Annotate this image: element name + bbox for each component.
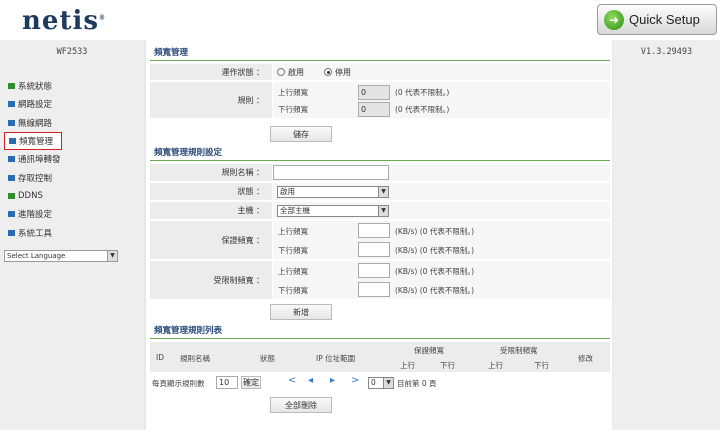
sidebar-item-port-forwarding[interactable]: 通訊埠轉發 — [4, 150, 142, 168]
ddns-square-icon — [8, 192, 15, 199]
sidebar-item-bandwidth[interactable]: 頻寬管理 — [4, 131, 62, 151]
prev-page-icon[interactable]: ◂ — [308, 375, 313, 386]
sidebar-item-advanced[interactable]: 進階設定 — [4, 205, 142, 223]
quick-setup-button[interactable]: ➜ Quick Setup — [597, 4, 717, 35]
header: netis® ➜ Quick Setup — [0, 0, 720, 40]
rule-label: 規則 ： — [150, 82, 272, 118]
rule-name-input[interactable] — [273, 165, 389, 180]
language-select[interactable]: Select Language ▼ — [4, 250, 118, 262]
section-title-rule-settings: 頻寬管理規則設定 — [150, 146, 610, 161]
sidebar-item-system-tools[interactable]: 系統工具 — [4, 223, 142, 241]
host-row: 主機 ： 全部主機 ▼ — [150, 202, 610, 220]
enable-radio[interactable] — [277, 68, 285, 76]
download-hint: (0 代表不限制。) — [395, 105, 450, 114]
network-square-icon — [8, 101, 15, 108]
rule-status-row: 狀態 ： 啟用 ▼ — [150, 183, 610, 201]
main-content: 頻寬管理 運作狀態 ： 啟用 停用 規則 ： 上行頻寬 下行頻寬 0 0 (0 … — [146, 40, 612, 430]
rule-row: 規則 ： 上行頻寬 下行頻寬 0 0 (0 代表不限制。) (0 代表不限制。) — [150, 82, 610, 119]
guaranteed-row: 保證頻寬 ： 上行頻寬 下行頻寬 (KB/s) (0 代表不限制。) (KB/s… — [150, 221, 610, 260]
limit-download-input[interactable] — [358, 282, 390, 297]
status-row: 運作狀態 ： 啟用 停用 — [150, 64, 610, 81]
quick-setup-label: Quick Setup — [629, 12, 700, 27]
sidebar-item-ddns[interactable]: DDNS — [4, 187, 142, 205]
chevron-down-icon: ▼ — [378, 186, 389, 198]
section-title-bandwidth: 頻寬管理 — [150, 46, 610, 61]
upload-label: 上行頻寬 — [278, 88, 308, 97]
upload-hint: (0 代表不限制。) — [395, 88, 450, 97]
confirm-button[interactable]: 確定 — [241, 376, 261, 389]
guaranteed-upload-input[interactable] — [358, 223, 390, 238]
chevron-down-icon: ▼ — [107, 250, 118, 262]
page-select[interactable]: 0 ▼ — [368, 377, 394, 389]
chevron-down-icon: ▼ — [383, 377, 394, 389]
upload-input[interactable]: 0 — [358, 85, 390, 100]
access-square-icon — [8, 174, 15, 181]
tools-square-icon — [8, 229, 15, 236]
sidebar-item-network[interactable]: 網路設定 — [4, 95, 142, 113]
limit-upload-input[interactable] — [358, 263, 390, 278]
next-page-icon[interactable]: ▸ — [330, 375, 335, 386]
model-name: WF2533 — [56, 47, 88, 57]
bandwidth-square-icon — [9, 138, 16, 145]
wireless-square-icon — [8, 119, 15, 126]
firmware-version: V1.3.29493 — [640, 47, 693, 57]
status-label: 運作狀態 ： — [150, 64, 272, 80]
section-title-rule-list: 頻寬管理規則列表 — [150, 324, 610, 339]
status-square-icon — [8, 83, 15, 90]
rule-table-header: ID 規則名稱 狀態 IP 位址範圍 保證頻寬 上行 下行 受限制頻寬 上行 下… — [150, 342, 610, 372]
limit-row: 受限制頻寬 ： 上行頻寬 下行頻寬 (KB/s) (0 代表不限制。) (KB/… — [150, 261, 610, 300]
first-page-icon[interactable]: < — [288, 375, 296, 386]
add-button[interactable]: 新增 — [270, 304, 332, 320]
sidebar-item-wireless[interactable]: 無線網路 — [4, 114, 142, 132]
chevron-down-icon: ▼ — [378, 205, 389, 217]
current-page: 目前第 0 頁 — [397, 379, 437, 388]
netis-logo: netis® — [22, 6, 106, 36]
host-select[interactable]: 全部主機 ▼ — [277, 205, 389, 217]
save-button[interactable]: 儲存 — [270, 126, 332, 142]
port-square-icon — [8, 156, 15, 163]
download-label: 下行頻寬 — [278, 105, 308, 114]
sidebar-nav: 系統狀態 網路設定 無線網路 頻寬管理 通訊埠轉發 存取控制 DDNS 進階設定… — [4, 77, 142, 242]
rule-name-row: 規則名稱 ： — [150, 164, 610, 182]
sidebar-item-access-control[interactable]: 存取控制 — [4, 168, 142, 186]
rule-status-select[interactable]: 啟用 ▼ — [277, 186, 389, 198]
disable-radio[interactable] — [324, 68, 332, 76]
delete-all-button[interactable]: 全部刪除 — [270, 397, 332, 413]
go-arrow-icon: ➜ — [604, 9, 624, 30]
sidebar: WF2533 系統狀態 網路設定 無線網路 頻寬管理 通訊埠轉發 存取控制 DD… — [0, 40, 144, 430]
per-page-label: 每頁顯示規則數 — [152, 379, 205, 388]
last-page-icon[interactable]: > — [351, 375, 359, 386]
right-panel: V1.3.29493 — [613, 40, 720, 430]
sidebar-item-system-status[interactable]: 系統狀態 — [4, 77, 142, 95]
advanced-square-icon — [8, 211, 15, 218]
per-page-input[interactable]: 10 — [216, 376, 238, 389]
guaranteed-download-input[interactable] — [358, 242, 390, 257]
download-input[interactable]: 0 — [358, 102, 390, 117]
